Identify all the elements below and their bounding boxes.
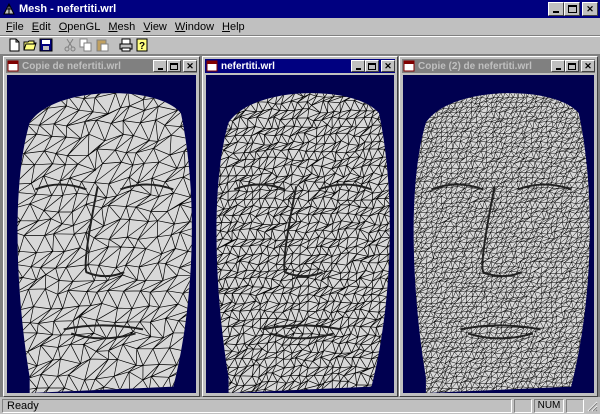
minimize-icon (555, 67, 561, 70)
document-title: nefertiti.wrl (221, 60, 275, 72)
document-minimize-button[interactable] (551, 60, 565, 72)
face-mesh-render (17, 93, 192, 393)
help-button[interactable]: ? (134, 37, 150, 53)
status-indicator-1 (514, 398, 532, 413)
status-num-lock: NUM (534, 398, 564, 413)
close-icon: ✕ (586, 3, 594, 14)
document-window-nefertiti[interactable]: nefertiti.wrl ✕ (202, 56, 398, 397)
print-icon (119, 38, 133, 51)
status-text: Ready (2, 398, 512, 413)
new-file-button[interactable] (6, 37, 22, 53)
document-close-button[interactable]: ✕ (381, 60, 395, 72)
new-file-icon (9, 38, 20, 51)
copy-icon (79, 38, 92, 51)
menu-edit[interactable]: Edit (28, 21, 55, 33)
close-icon: ✕ (584, 60, 592, 71)
face-mesh-render (216, 93, 390, 393)
menu-file[interactable]: File (2, 21, 28, 33)
resize-grip[interactable] (586, 400, 598, 412)
paste-icon (96, 39, 109, 51)
document-title-bar[interactable]: Copie de nefertiti.wrl ✕ (6, 59, 197, 73)
menu-opengl[interactable]: OpenGL (55, 21, 105, 33)
face-mesh-render (413, 93, 590, 393)
mdi-client-area: Copie de nefertiti.wrl ✕ nefertiti.wrl ✕… (0, 54, 600, 397)
menu-window[interactable]: Window (171, 21, 218, 33)
open-folder-button[interactable] (22, 37, 38, 53)
print-button[interactable] (118, 37, 134, 53)
status-indicator-3 (566, 398, 584, 413)
save-button[interactable] (38, 37, 54, 53)
paste-button[interactable] (94, 37, 110, 53)
minimize-button[interactable] (548, 2, 564, 16)
document-title: Copie de nefertiti.wrl (22, 60, 121, 72)
maximize-button[interactable] (564, 2, 580, 16)
menu-view[interactable]: View (139, 21, 171, 33)
document-maximize-button[interactable] (167, 60, 181, 72)
open-folder-icon (23, 40, 37, 50)
document-window-copie-2[interactable]: Copie (2) de nefertiti.wrl ✕ (399, 56, 598, 397)
cut-button[interactable] (62, 37, 78, 53)
mesh-app-icon[interactable] (2, 2, 16, 16)
opengl-viewport[interactable] (206, 75, 394, 393)
copy-button[interactable] (78, 37, 94, 53)
opengl-viewport[interactable] (403, 75, 594, 393)
maximize-icon (368, 62, 376, 70)
document-minimize-button[interactable] (351, 60, 365, 72)
maximize-icon (567, 5, 577, 13)
document-title: Copie (2) de nefertiti.wrl (418, 60, 532, 72)
opengl-viewport[interactable] (7, 75, 196, 393)
help-icon: ? (136, 38, 148, 52)
menu-bar: File Edit OpenGL Mesh View Window Help (0, 18, 600, 35)
title-bar[interactable]: Mesh - nefertiti.wrl ✕ (0, 0, 600, 18)
document-minimize-button[interactable] (153, 60, 167, 72)
toolbar: ? (0, 35, 600, 53)
save-disk-icon (39, 38, 53, 51)
document-icon[interactable] (403, 60, 415, 72)
close-button[interactable]: ✕ (582, 2, 598, 16)
window-title: Mesh - nefertiti.wrl (19, 3, 117, 15)
document-title-bar[interactable]: Copie (2) de nefertiti.wrl ✕ (402, 59, 595, 73)
maximize-icon (170, 62, 178, 70)
document-title-bar[interactable]: nefertiti.wrl ✕ (205, 59, 395, 73)
document-icon[interactable] (7, 60, 19, 72)
minimize-icon (553, 11, 559, 13)
minimize-icon (355, 67, 361, 70)
menu-mesh[interactable]: Mesh (104, 21, 139, 33)
document-close-button[interactable]: ✕ (183, 60, 197, 72)
close-icon: ✕ (186, 60, 194, 71)
maximize-icon (568, 62, 576, 70)
svg-text:?: ? (139, 41, 145, 52)
minimize-icon (157, 67, 163, 70)
document-close-button[interactable]: ✕ (581, 60, 595, 72)
document-icon[interactable] (206, 60, 218, 72)
close-icon: ✕ (384, 60, 392, 71)
cut-icon (64, 38, 76, 51)
status-bar: Ready NUM (0, 397, 600, 414)
menu-help[interactable]: Help (218, 21, 249, 33)
document-maximize-button[interactable] (365, 60, 379, 72)
document-window-copie[interactable]: Copie de nefertiti.wrl ✕ (3, 56, 200, 397)
document-maximize-button[interactable] (565, 60, 579, 72)
